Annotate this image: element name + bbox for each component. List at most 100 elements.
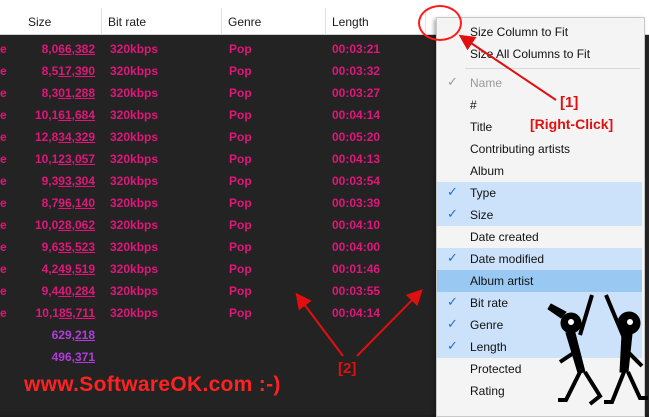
table-row[interactable]: e 9,393,304 320kbps Pop 00:03:54 bbox=[0, 171, 436, 193]
checkmark-icon: ✓ bbox=[447, 316, 458, 331]
cell-bitrate: 320kbps bbox=[110, 262, 159, 276]
menu-item-type[interactable]: ✓ Type bbox=[437, 182, 642, 204]
cell-length: 00:03:54 bbox=[332, 174, 381, 188]
table-row[interactable]: e 10,161,684 320kbps Pop 00:04:14 bbox=[0, 105, 436, 127]
cell-type-fragment: e bbox=[0, 284, 7, 298]
annotation-1-label: [1] bbox=[560, 94, 579, 111]
table-row[interactable]: 496,371 bbox=[0, 347, 436, 369]
menu-item-label: Bit rate bbox=[470, 296, 509, 310]
cell-genre: Pop bbox=[229, 130, 252, 144]
annotation-2-label: [2] bbox=[338, 360, 357, 377]
column-header-size[interactable]: Size bbox=[22, 0, 102, 34]
cell-size: 10,123,057 bbox=[35, 152, 95, 166]
menu-item-size-column-to-fit[interactable]: Size Column to Fit bbox=[437, 21, 642, 43]
cell-size-tail: 23,057 bbox=[58, 152, 95, 166]
menu-item-name[interactable]: ✓ Name bbox=[437, 72, 642, 94]
menu-item-album[interactable]: Album bbox=[437, 160, 642, 182]
cell-size-lead: 8,7 bbox=[41, 196, 59, 210]
table-row[interactable]: e 8,517,390 320kbps Pop 00:03:32 bbox=[0, 61, 436, 83]
table-row[interactable]: e 12,834,329 320kbps Pop 00:05:20 bbox=[0, 127, 436, 149]
cell-length: 00:04:14 bbox=[332, 306, 381, 320]
cell-size-tail: 61,684 bbox=[58, 108, 95, 122]
cell-size: 8,517,390 bbox=[42, 64, 95, 78]
cell-size-lead: 12,8 bbox=[34, 130, 59, 144]
cell-type-fragment: e bbox=[0, 262, 7, 276]
cell-length: 00:04:00 bbox=[332, 240, 381, 254]
menu-separator bbox=[465, 68, 640, 69]
cell-size-tail: 34,329 bbox=[58, 130, 95, 144]
cell-size-lead: 8,0 bbox=[41, 42, 59, 56]
cell-bitrate: 320kbps bbox=[110, 64, 159, 78]
table-row[interactable]: e 8,301,288 320kbps Pop 00:03:27 bbox=[0, 83, 436, 105]
cell-bitrate: 320kbps bbox=[110, 174, 159, 188]
right-click-highlight-circle bbox=[418, 5, 462, 41]
table-row[interactable]: e 4,249,519 320kbps Pop 00:01:46 bbox=[0, 259, 436, 281]
cell-type-fragment: e bbox=[0, 306, 7, 320]
checkmark-icon: ✓ bbox=[447, 250, 458, 265]
cell-size: 8,066,382 bbox=[42, 42, 95, 56]
cell-genre: Pop bbox=[229, 42, 252, 56]
cell-size-lead: 9,6 bbox=[41, 240, 59, 254]
cell-type-fragment: e bbox=[0, 196, 7, 210]
cell-genre: Pop bbox=[229, 262, 252, 276]
cell-size-lead: 496, bbox=[51, 350, 75, 364]
menu-item-label: Size bbox=[470, 208, 494, 222]
menu-item-bit-rate[interactable]: ✓ Bit rate bbox=[437, 292, 642, 314]
cell-size: 10,185,711 bbox=[36, 306, 95, 320]
menu-item-protected[interactable]: Protected bbox=[437, 358, 642, 380]
column-context-menu[interactable]: Size Column to Fit Size All Columns to Fi… bbox=[436, 17, 645, 417]
column-header-length[interactable]: Length bbox=[326, 0, 426, 34]
cell-size: 629,218 bbox=[52, 328, 95, 342]
menu-item-size-all-columns-to-fit[interactable]: Size All Columns to Fit bbox=[437, 43, 642, 65]
cell-type-fragment: e bbox=[0, 42, 7, 56]
menu-item-genre[interactable]: ✓ Genre bbox=[437, 314, 642, 336]
table-row[interactable]: e 10,185,711 320kbps Pop 00:04:14 bbox=[0, 303, 436, 325]
menu-item-label: Type bbox=[470, 186, 497, 200]
menu-item-length[interactable]: ✓ Length bbox=[437, 336, 642, 358]
column-header-label: Size bbox=[28, 15, 52, 29]
cell-length: 00:03:21 bbox=[332, 42, 381, 56]
column-header-label: Genre bbox=[228, 15, 262, 29]
column-header-bitrate[interactable]: Bit rate bbox=[102, 0, 222, 34]
file-list[interactable]: e 8,066,382 320kbps Pop 00:03:21 e 8,517,390 32… bbox=[0, 35, 436, 415]
cell-type-fragment: e bbox=[0, 174, 7, 188]
cell-size-lead: 9,4 bbox=[41, 284, 59, 298]
table-row[interactable]: e 10,123,057 320kbps Pop 00:04:13 bbox=[0, 149, 436, 171]
table-row[interactable]: e 8,796,140 320kbps Pop 00:03:39 bbox=[0, 193, 436, 215]
column-header-label: Bit rate bbox=[108, 15, 147, 29]
menu-item-label: Album bbox=[470, 164, 505, 178]
cell-type-fragment: e bbox=[0, 130, 7, 144]
menu-item-[interactable]: # bbox=[437, 94, 642, 116]
cell-bitrate: 320kbps bbox=[110, 196, 159, 210]
cell-size-lead: 9,3 bbox=[41, 174, 59, 188]
table-row[interactable]: e 10,028,062 320kbps Pop 00:04:10 bbox=[0, 215, 436, 237]
table-row[interactable]: e 9,440,284 320kbps Pop 00:03:55 bbox=[0, 281, 436, 303]
cell-bitrate: 320kbps bbox=[110, 240, 159, 254]
column-header-genre[interactable]: Genre bbox=[222, 0, 326, 34]
menu-item-album-artist[interactable]: Album artist bbox=[437, 270, 642, 292]
cell-size-lead: 10,1 bbox=[35, 306, 59, 320]
table-row[interactable]: e 9,635,523 320kbps Pop 00:04:00 bbox=[0, 237, 436, 259]
menu-item-label: Name bbox=[470, 76, 503, 90]
checkmark-icon: ✓ bbox=[447, 74, 458, 89]
cell-bitrate: 320kbps bbox=[110, 130, 159, 144]
menu-item-date-modified[interactable]: ✓ Date modified bbox=[437, 248, 642, 270]
cell-genre: Pop bbox=[229, 108, 252, 122]
cell-type-fragment: e bbox=[0, 64, 7, 78]
cell-size-lead: 10,0 bbox=[34, 218, 59, 232]
menu-item-rating[interactable]: Rating bbox=[437, 380, 642, 402]
cell-length: 00:04:14 bbox=[332, 108, 381, 122]
cell-bitrate: 320kbps bbox=[110, 86, 159, 100]
cell-type-fragment: e bbox=[0, 218, 7, 232]
cell-genre: Pop bbox=[229, 86, 252, 100]
table-row[interactable]: e 8,066,382 320kbps Pop 00:03:21 bbox=[0, 39, 436, 61]
menu-item-date-created[interactable]: Date created bbox=[437, 226, 642, 248]
cell-genre: Pop bbox=[229, 284, 252, 298]
cell-size-lead: 629, bbox=[51, 328, 75, 342]
menu-item-size[interactable]: ✓ Size bbox=[437, 204, 642, 226]
menu-item-contributing-artists[interactable]: Contributing artists bbox=[437, 138, 642, 160]
cell-size-tail: 28,062 bbox=[58, 218, 95, 232]
table-row[interactable]: 629,218 bbox=[0, 325, 436, 347]
cell-size-lead: 8,3 bbox=[41, 86, 59, 100]
cell-genre: Pop bbox=[229, 196, 252, 210]
